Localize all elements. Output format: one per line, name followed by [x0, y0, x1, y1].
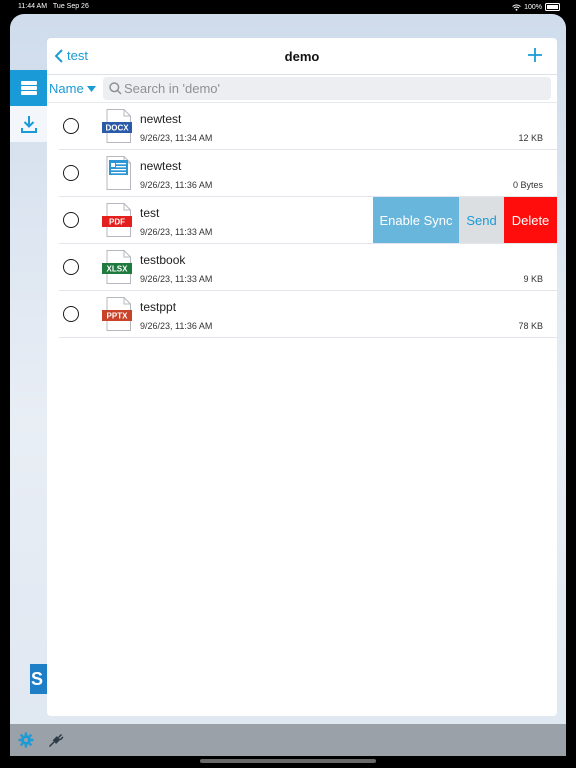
sort-dropdown[interactable]: Name	[47, 81, 103, 96]
select-radio[interactable]	[63, 212, 79, 228]
file-size: 78 KB	[518, 321, 543, 331]
file-row[interactable]: XLSX testbook 9/26/23, 11:33 AM 9 KB	[59, 244, 557, 291]
docx-file-icon: DOCX	[102, 109, 132, 143]
search-input[interactable]	[122, 80, 506, 97]
file-type-badge: PDF	[109, 218, 125, 227]
download-icon	[20, 116, 37, 133]
plug-icon	[48, 733, 64, 748]
file-name: testppt	[140, 300, 177, 314]
file-row[interactable]: PDF test 9/26/23, 11:33 AM Enable Sync S…	[59, 197, 557, 244]
battery-icon	[545, 3, 560, 11]
wifi-icon	[512, 3, 521, 11]
status-bar: 11:44 AM Tue Sep 26 100%	[0, 0, 576, 14]
app-screen: S test demo Name Search in 'demo' DOCX n…	[10, 14, 566, 756]
left-rail	[10, 70, 47, 142]
select-radio[interactable]	[63, 118, 79, 134]
xlsx-file-icon: XLSX	[102, 250, 132, 284]
home-indicator	[200, 759, 376, 763]
gear-icon	[18, 732, 34, 748]
toolbar: Name	[47, 74, 557, 103]
file-date: 9/26/23, 11:34 AM	[140, 133, 213, 143]
rail-download-button[interactable]	[10, 106, 47, 142]
bottom-toolbar	[10, 724, 566, 756]
battery-percent: 100%	[524, 3, 542, 11]
search-icon	[109, 82, 122, 95]
file-date: 9/26/23, 11:36 AM	[140, 180, 213, 190]
file-size: 9 KB	[523, 274, 543, 284]
select-radio[interactable]	[63, 165, 79, 181]
status-right: 100%	[512, 3, 560, 11]
connection-button[interactable]	[48, 732, 64, 753]
file-row[interactable]: PPTX testppt 9/26/23, 11:36 AM 78 KB	[59, 291, 557, 338]
sort-label: Name	[49, 81, 84, 96]
select-radio[interactable]	[63, 259, 79, 275]
search-bar[interactable]	[103, 77, 551, 100]
add-button[interactable]	[527, 47, 543, 68]
storage-icon	[20, 81, 37, 95]
settings-button[interactable]	[18, 732, 34, 753]
file-row[interactable]: DOCX newtest 9/26/23, 11:34 AM 12 KB	[59, 103, 557, 150]
brand-logo: S	[30, 664, 48, 694]
file-type-badge: XLSX	[107, 265, 129, 274]
file-date: 9/26/23, 11:33 AM	[140, 274, 213, 284]
file-name: testbook	[140, 253, 186, 267]
swipe-actions: Enable Sync Send Delete	[373, 197, 557, 243]
file-list: DOCX newtest 9/26/23, 11:34 AM 12 KB new…	[47, 103, 557, 338]
navbar: test demo	[47, 38, 557, 74]
caret-down-icon	[86, 85, 96, 92]
enable-sync-button[interactable]: Enable Sync	[373, 197, 459, 243]
status-time: 11:44 AM Tue Sep 26	[18, 3, 89, 10]
file-date: 9/26/23, 11:36 AM	[140, 321, 213, 331]
file-type-badge: PPTX	[107, 312, 129, 321]
file-size: 12 KB	[518, 133, 543, 143]
file-browser-panel: test demo Name Search in 'demo' DOCX new…	[47, 38, 557, 716]
pptx-file-icon: PPTX	[102, 297, 132, 331]
file-type-badge: DOCX	[105, 124, 129, 133]
plus-icon	[528, 48, 542, 62]
file-size: 0 Bytes	[512, 180, 543, 190]
select-radio[interactable]	[63, 306, 79, 322]
file-name: newtest	[140, 159, 182, 173]
rail-storage-button[interactable]	[10, 70, 47, 106]
file-row[interactable]: newtest 9/26/23, 11:36 AM 0 Bytes	[59, 150, 557, 197]
file-name: newtest	[140, 112, 182, 126]
pdf-file-icon: PDF	[102, 203, 132, 237]
file-name: test	[140, 206, 160, 220]
page-title: demo	[284, 49, 320, 64]
text-document-icon	[106, 156, 131, 190]
delete-button[interactable]: Delete	[504, 197, 557, 243]
send-button[interactable]: Send	[459, 197, 504, 243]
file-date: 9/26/23, 11:33 AM	[140, 227, 213, 237]
